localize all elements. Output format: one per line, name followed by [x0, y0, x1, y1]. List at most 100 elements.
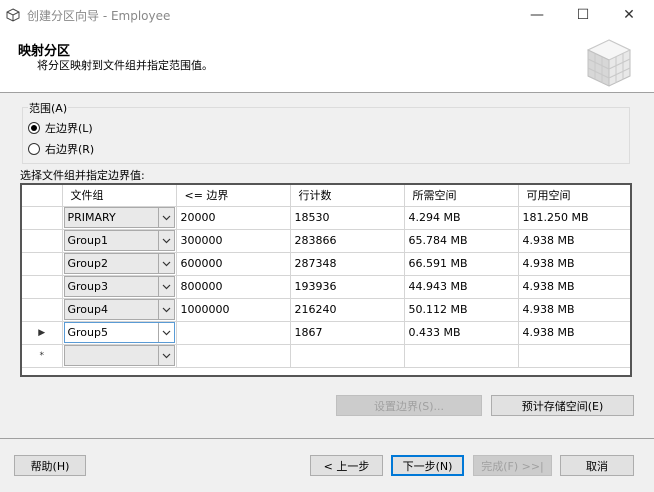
- available-space-cell: [518, 344, 630, 368]
- radio-left-boundary[interactable]: 左边界(L): [28, 120, 93, 136]
- filegroup-cell: Group3: [62, 275, 177, 299]
- maximize-button[interactable]: ☐: [560, 0, 606, 30]
- filegroup-value: PRIMARY: [67, 211, 116, 224]
- wizard-header: 映射分区 将分区映射到文件组并指定范围值。: [0, 30, 654, 93]
- filegroup-cell: [62, 344, 177, 368]
- app-cube-icon: [6, 8, 20, 22]
- table-row[interactable]: Group2 600000 287348 66.591 MB 4.938 MB: [22, 252, 630, 276]
- required-space-cell: 4.294 MB: [404, 206, 519, 230]
- chevron-down-icon[interactable]: [157, 277, 174, 296]
- filegroup-value: Group5: [67, 326, 109, 339]
- filegroup-combo[interactable]: Group3: [63, 276, 175, 297]
- filegroup-value: Group1: [67, 234, 109, 247]
- rowcount-cell: 1867: [290, 321, 405, 345]
- available-space-cell: 4.938 MB: [518, 229, 630, 253]
- col-header-boundary[interactable]: <= 边界: [176, 185, 291, 207]
- filegroup-combo[interactable]: Group4: [63, 299, 175, 320]
- row-selector[interactable]: [22, 252, 63, 276]
- boundary-cell[interactable]: 800000: [176, 275, 291, 299]
- back-button[interactable]: < 上一步: [310, 455, 383, 476]
- row-selector[interactable]: [22, 206, 63, 230]
- filegroup-combo[interactable]: PRIMARY: [63, 207, 175, 228]
- boundary-cell[interactable]: [176, 344, 291, 368]
- close-button[interactable]: ✕: [606, 0, 652, 30]
- filegroup-cell: PRIMARY: [62, 206, 177, 230]
- chevron-down-icon[interactable]: [157, 323, 174, 342]
- grid-label: 选择文件组并指定边界值:: [20, 169, 145, 182]
- boundary-cell[interactable]: 20000: [176, 206, 291, 230]
- available-space-cell: 4.938 MB: [518, 275, 630, 299]
- next-button[interactable]: 下一步(N): [391, 455, 464, 476]
- footer-separator: [0, 438, 654, 439]
- close-icon: ✕: [623, 7, 635, 23]
- row-selector-new[interactable]: *: [22, 344, 63, 368]
- estimate-storage-button[interactable]: 预计存储空间(E): [491, 395, 634, 416]
- available-space-cell: 4.938 MB: [518, 321, 630, 345]
- filegroup-combo[interactable]: Group5: [63, 322, 175, 343]
- range-groupbox: [22, 107, 630, 164]
- required-space-cell: 44.943 MB: [404, 275, 519, 299]
- col-header-available-space[interactable]: 可用空间: [518, 185, 630, 207]
- rowcount-cell: 287348: [290, 252, 405, 276]
- window-title: 创建分区向导 - Employee: [27, 9, 171, 23]
- table-row[interactable]: PRIMARY 20000 18530 4.294 MB 181.250 MB: [22, 206, 630, 230]
- maximize-icon: ☐: [576, 7, 590, 23]
- rowcount-cell: [290, 344, 405, 368]
- table-row[interactable]: Group1 300000 283866 65.784 MB 4.938 MB: [22, 229, 630, 253]
- boundary-cell[interactable]: 600000: [176, 252, 291, 276]
- cancel-button[interactable]: 取消: [560, 455, 634, 476]
- chevron-down-icon[interactable]: [157, 231, 174, 250]
- chevron-down-icon[interactable]: [157, 208, 174, 227]
- partition-cube-icon: [586, 39, 632, 87]
- radio-left-label: 左边界(L): [45, 122, 93, 135]
- filegroup-value: Group4: [67, 303, 109, 316]
- required-space-cell: 50.112 MB: [404, 298, 519, 322]
- row-selector-current[interactable]: ▶: [22, 321, 63, 345]
- radio-right-boundary[interactable]: 右边界(R): [28, 141, 94, 157]
- filegroup-cell: Group2: [62, 252, 177, 276]
- filegroup-combo[interactable]: [63, 345, 175, 366]
- minimize-icon: —: [530, 7, 544, 23]
- chevron-down-icon[interactable]: [157, 346, 174, 365]
- boundary-cell[interactable]: 300000: [176, 229, 291, 253]
- table-row-new[interactable]: *: [22, 344, 630, 368]
- set-boundary-button[interactable]: 设置边界(S)...: [336, 395, 482, 416]
- page-subtitle: 将分区映射到文件组并指定范围值。: [37, 59, 213, 72]
- table-row-current[interactable]: ▶ Group5 1867 0.433 MB 4.938 MB: [22, 321, 630, 345]
- available-space-cell: 4.938 MB: [518, 298, 630, 322]
- col-header-required-space[interactable]: 所需空间: [404, 185, 519, 207]
- chevron-down-icon[interactable]: [157, 254, 174, 273]
- wizard-window: 创建分区向导 - Employee — ☐ ✕ 映射分区 将分区映射到文件组并指…: [0, 0, 654, 492]
- boundary-cell[interactable]: 1000000: [176, 298, 291, 322]
- minimize-button[interactable]: —: [514, 0, 560, 30]
- grid-header-row: 文件组 <= 边界 行计数 所需空间 可用空间: [22, 185, 630, 207]
- filegroup-cell: Group5: [62, 321, 177, 345]
- chevron-down-icon[interactable]: [157, 300, 174, 319]
- row-selector[interactable]: [22, 275, 63, 299]
- rowcount-cell: 283866: [290, 229, 405, 253]
- filegroup-cell: Group1: [62, 229, 177, 253]
- filegroup-value: Group2: [67, 257, 109, 270]
- rowcount-cell: 216240: [290, 298, 405, 322]
- required-space-cell: [404, 344, 519, 368]
- required-space-cell: 65.784 MB: [404, 229, 519, 253]
- finish-button[interactable]: 完成(F) >>|: [473, 455, 552, 476]
- col-header-rowcount[interactable]: 行计数: [290, 185, 405, 207]
- required-space-cell: 0.433 MB: [404, 321, 519, 345]
- filegroup-combo[interactable]: Group2: [63, 253, 175, 274]
- boundary-cell[interactable]: [176, 321, 291, 345]
- partition-grid: 文件组 <= 边界 行计数 所需空间 可用空间 PRIMARY 20000 18…: [20, 183, 632, 377]
- col-header-filegroup[interactable]: 文件组: [62, 185, 177, 207]
- table-row[interactable]: Group4 1000000 216240 50.112 MB 4.938 MB: [22, 298, 630, 322]
- range-legend: 范围(A): [28, 100, 69, 116]
- radio-right-label: 右边界(R): [45, 143, 95, 156]
- table-row[interactable]: Group3 800000 193936 44.943 MB 4.938 MB: [22, 275, 630, 299]
- row-selector[interactable]: [22, 298, 63, 322]
- radio-unchecked-icon: [28, 143, 40, 155]
- filegroup-cell: Group4: [62, 298, 177, 322]
- available-space-cell: 181.250 MB: [518, 206, 630, 230]
- filegroup-combo[interactable]: Group1: [63, 230, 175, 251]
- help-button[interactable]: 帮助(H): [14, 455, 86, 476]
- rowcount-cell: 18530: [290, 206, 405, 230]
- row-selector[interactable]: [22, 229, 63, 253]
